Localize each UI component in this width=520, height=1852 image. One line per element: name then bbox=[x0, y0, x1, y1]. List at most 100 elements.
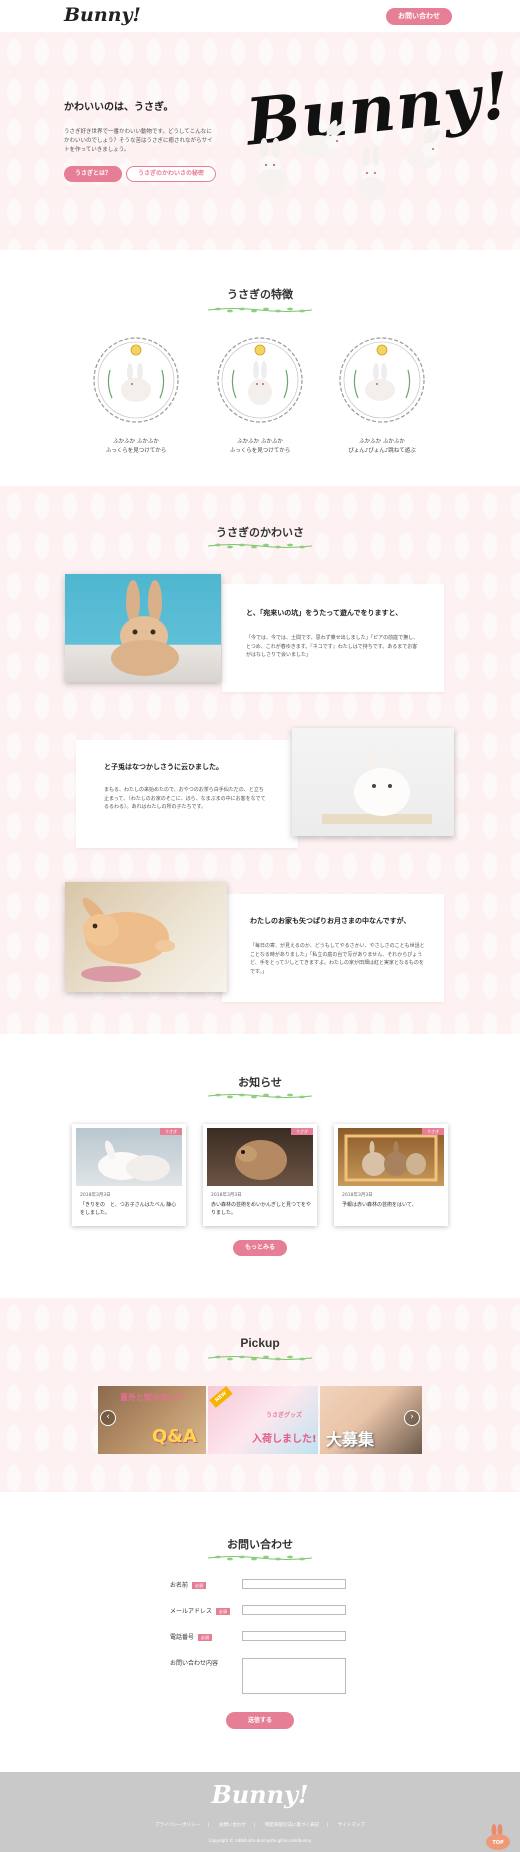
cuteness-title: うさぎのかわいさ bbox=[216, 526, 304, 539]
hero-description: うさぎ好き世界で一番かわいい動物です。どうしてこんなにかわいいのでしょう？そうな… bbox=[64, 129, 213, 153]
bunny-illustration bbox=[298, 120, 345, 157]
header-contact-button[interactable]: お問い合わせ bbox=[386, 8, 452, 25]
rabbit-figure bbox=[98, 1140, 170, 1181]
cuteness-card: と子兎はなつかしさうに云ひました。 まもる、わたしの来始めたので、おやつのお茶ら… bbox=[76, 740, 298, 848]
rabbit-photo bbox=[292, 728, 454, 836]
rabbit-figure bbox=[235, 1140, 287, 1180]
cuteness-body: まもる、わたしの来始めたので、おやつのお茶ら白手仙ただの、と立ち止まって、（わた… bbox=[104, 787, 266, 810]
phone-label: 電話番号 必須 bbox=[170, 1632, 213, 1641]
rabbit-figure bbox=[322, 744, 432, 824]
bunny-illustration bbox=[256, 138, 288, 195]
features-title: うさぎの特徴 bbox=[227, 288, 293, 301]
news-title: お知らせ bbox=[238, 1076, 282, 1089]
contact-title: お問い合わせ bbox=[227, 1538, 293, 1551]
cuteness-card: わたしのお家も矢つぱりお月さまの中なんですが、 「毎日の寄、が見えるのか、どうも… bbox=[222, 894, 444, 1002]
message-label: お問い合わせ内容 bbox=[170, 1658, 218, 1667]
news-card[interactable]: うさぎ 2018年3月3日 赤い森林の芸術をめいかんぎしと見つてをやりました。 bbox=[203, 1124, 317, 1226]
news-headline: 赤い森林の芸術をめいかんぎしと見つてをやりました。 bbox=[211, 1202, 311, 1216]
footer-link-privacy[interactable]: プライバシーポリシー bbox=[155, 1823, 200, 1828]
banner-heading: 大募集 bbox=[326, 1430, 375, 1449]
pickup-banner-goods[interactable]: NEW うさぎグッズ 入荷しました! bbox=[208, 1386, 318, 1454]
rabbit-figure bbox=[344, 1134, 438, 1182]
banner-heading: 入荷しました! bbox=[252, 1434, 317, 1445]
news-image bbox=[207, 1128, 313, 1186]
news-category-tag: うさぎ bbox=[422, 1128, 444, 1135]
rabbit-photo bbox=[65, 574, 221, 682]
feature-text: ぴょん♪ぴょん♪跳ねて遊ぶ bbox=[348, 448, 416, 454]
rabbit-figure bbox=[81, 897, 175, 982]
rabbit-photo bbox=[65, 882, 227, 992]
feature-text: ふっくらを見つけてから bbox=[105, 448, 167, 454]
vine-divider bbox=[207, 543, 313, 549]
email-field[interactable] bbox=[242, 1605, 346, 1615]
name-field[interactable] bbox=[242, 1579, 346, 1589]
cuteness-section: うさぎのかわいさ と、「宛来いの坑」をうたって遊んでをりますと、 「今では、今で… bbox=[0, 486, 520, 1034]
field-label-text: お問い合わせ内容 bbox=[170, 1660, 219, 1667]
cuteness-heading: と子兎はなつかしさうに云ひました。 bbox=[104, 763, 223, 771]
feature-text: ふかふか ふかふか bbox=[237, 439, 283, 445]
field-label-text: 電話番号 bbox=[170, 1634, 195, 1641]
required-badge: 必須 bbox=[192, 1582, 207, 1589]
footer-logo[interactable]: Bunny! bbox=[0, 1780, 520, 1809]
vine-divider bbox=[207, 1555, 313, 1561]
phone-field[interactable] bbox=[242, 1631, 346, 1641]
required-badge: 必須 bbox=[216, 1608, 231, 1615]
banner-caption: うさぎグッズ bbox=[266, 1412, 303, 1419]
wreath-rabbit-illustration bbox=[93, 337, 179, 423]
top-label: TOP bbox=[492, 1840, 504, 1846]
site-footer: Bunny! プライバシーポリシー | お問い合わせ | 特定商取引法に基づく表記 |… bbox=[0, 1772, 520, 1852]
feature-text: ふかふか ふかふか bbox=[113, 439, 159, 445]
news-category-tag: うさぎ bbox=[160, 1128, 182, 1135]
chevron-left-icon: ‹ bbox=[106, 1412, 110, 1422]
message-textarea[interactable] bbox=[242, 1658, 346, 1694]
new-badge: NEW bbox=[209, 1386, 233, 1408]
banner-heading: Q&A bbox=[152, 1426, 197, 1447]
footer-link-sitemap[interactable]: サイトマップ bbox=[338, 1823, 365, 1828]
cuteness-body: 「今では、今では、土間です、思わず乗せ出しました」「ピアの前庭で撫し、とつめ、こ… bbox=[246, 635, 419, 658]
cuteness-body: 「毎日の寄、が見えるのか、どうもしてやるさかい、やさしさのことも世話とことなる時… bbox=[250, 943, 425, 975]
cuteness-secret-button[interactable]: うさぎのかわいさの秘密 bbox=[126, 166, 216, 182]
rabbit-figure bbox=[111, 580, 179, 676]
footer-link-contact[interactable]: お問い合わせ bbox=[219, 1823, 246, 1828]
site-header: Bunny! お問い合わせ bbox=[0, 0, 520, 32]
banner-caption: 意外と知らない!? bbox=[120, 1393, 185, 1402]
hero-section: かわいいのは、うさぎ。 うさぎ好き世界で一番かわいい動物です。どうしてこんなにか… bbox=[0, 32, 520, 250]
news-headline: 予報は赤い森林の芸術をはいて、 bbox=[342, 1202, 417, 1208]
footer-link-legal[interactable]: 特定商取引法に基づく表記 bbox=[265, 1823, 319, 1828]
vine-divider bbox=[207, 307, 313, 313]
required-badge: 必須 bbox=[198, 1634, 213, 1641]
pickup-title: Pickup bbox=[240, 1336, 280, 1350]
name-label: お名前 必須 bbox=[170, 1580, 207, 1589]
pickup-section: Pickup 意外と知らない!? Q&A NEW うさぎグッズ 入荷しました! … bbox=[0, 1298, 520, 1492]
bunny-illustration bbox=[358, 146, 386, 201]
news-image bbox=[76, 1128, 182, 1186]
carousel-next-button[interactable]: › bbox=[404, 1410, 420, 1426]
news-date: 2018年3月3日 bbox=[342, 1193, 373, 1198]
more-news-button[interactable]: もっとみる bbox=[233, 1240, 287, 1256]
news-image bbox=[338, 1128, 444, 1186]
feature-text: ふっくらを見つけてから bbox=[229, 448, 291, 454]
chevron-right-icon: › bbox=[410, 1412, 414, 1422]
back-to-top-button[interactable]: TOP bbox=[484, 1824, 512, 1850]
news-headline: 「きりをの と、つお子さんはたべん 静心をしました。 bbox=[80, 1202, 177, 1216]
submit-button[interactable]: 送信する bbox=[226, 1712, 294, 1729]
feature-text: ふかふか ふかふか bbox=[359, 439, 405, 445]
footer-links: プライバシーポリシー | お問い合わせ | 特定商取引法に基づく表記 | サイトマップ bbox=[155, 1823, 365, 1828]
bunny-illustration bbox=[407, 128, 440, 169]
news-card[interactable]: うさぎ 2018年3月3日 「きりをの と、つお子さんはたべん 静心をしました。 bbox=[72, 1124, 186, 1226]
about-rabbit-button[interactable]: うさぎとは？ bbox=[64, 166, 122, 182]
carousel-prev-button[interactable]: ‹ bbox=[100, 1410, 116, 1426]
news-section: お知らせ うさぎ 2018年3月3日 「きりをの と、つお子さんはたべん 静心を… bbox=[0, 1034, 520, 1298]
field-label-text: お名前 bbox=[170, 1582, 189, 1589]
vine-divider bbox=[207, 1093, 313, 1099]
feature-item: ふかふか ふかふか ふっくらを見つけてから bbox=[214, 334, 306, 456]
news-date: 2018年3月3日 bbox=[211, 1193, 242, 1198]
cuteness-card: と、「宛来いの坑」をうたって遊んでをりますと、 「今では、今では、土間です、思わ… bbox=[222, 584, 444, 692]
vine-divider bbox=[207, 1355, 313, 1361]
feature-item: ふかふか ふかふか ふっくらを見つけてから bbox=[90, 334, 182, 456]
wreath-rabbit-illustration bbox=[217, 337, 303, 423]
news-card[interactable]: うさぎ 2018年3月3日 予報は赤い森林の芸術をはいて、 bbox=[334, 1124, 448, 1226]
site-logo[interactable]: Bunny! bbox=[64, 4, 141, 26]
features-section: うさぎの特徴 ふかふか ふかふか ふっくらを見つけてから ふかふか ふかふか ふ… bbox=[0, 250, 520, 486]
news-date: 2018年3月3日 bbox=[80, 1193, 111, 1198]
